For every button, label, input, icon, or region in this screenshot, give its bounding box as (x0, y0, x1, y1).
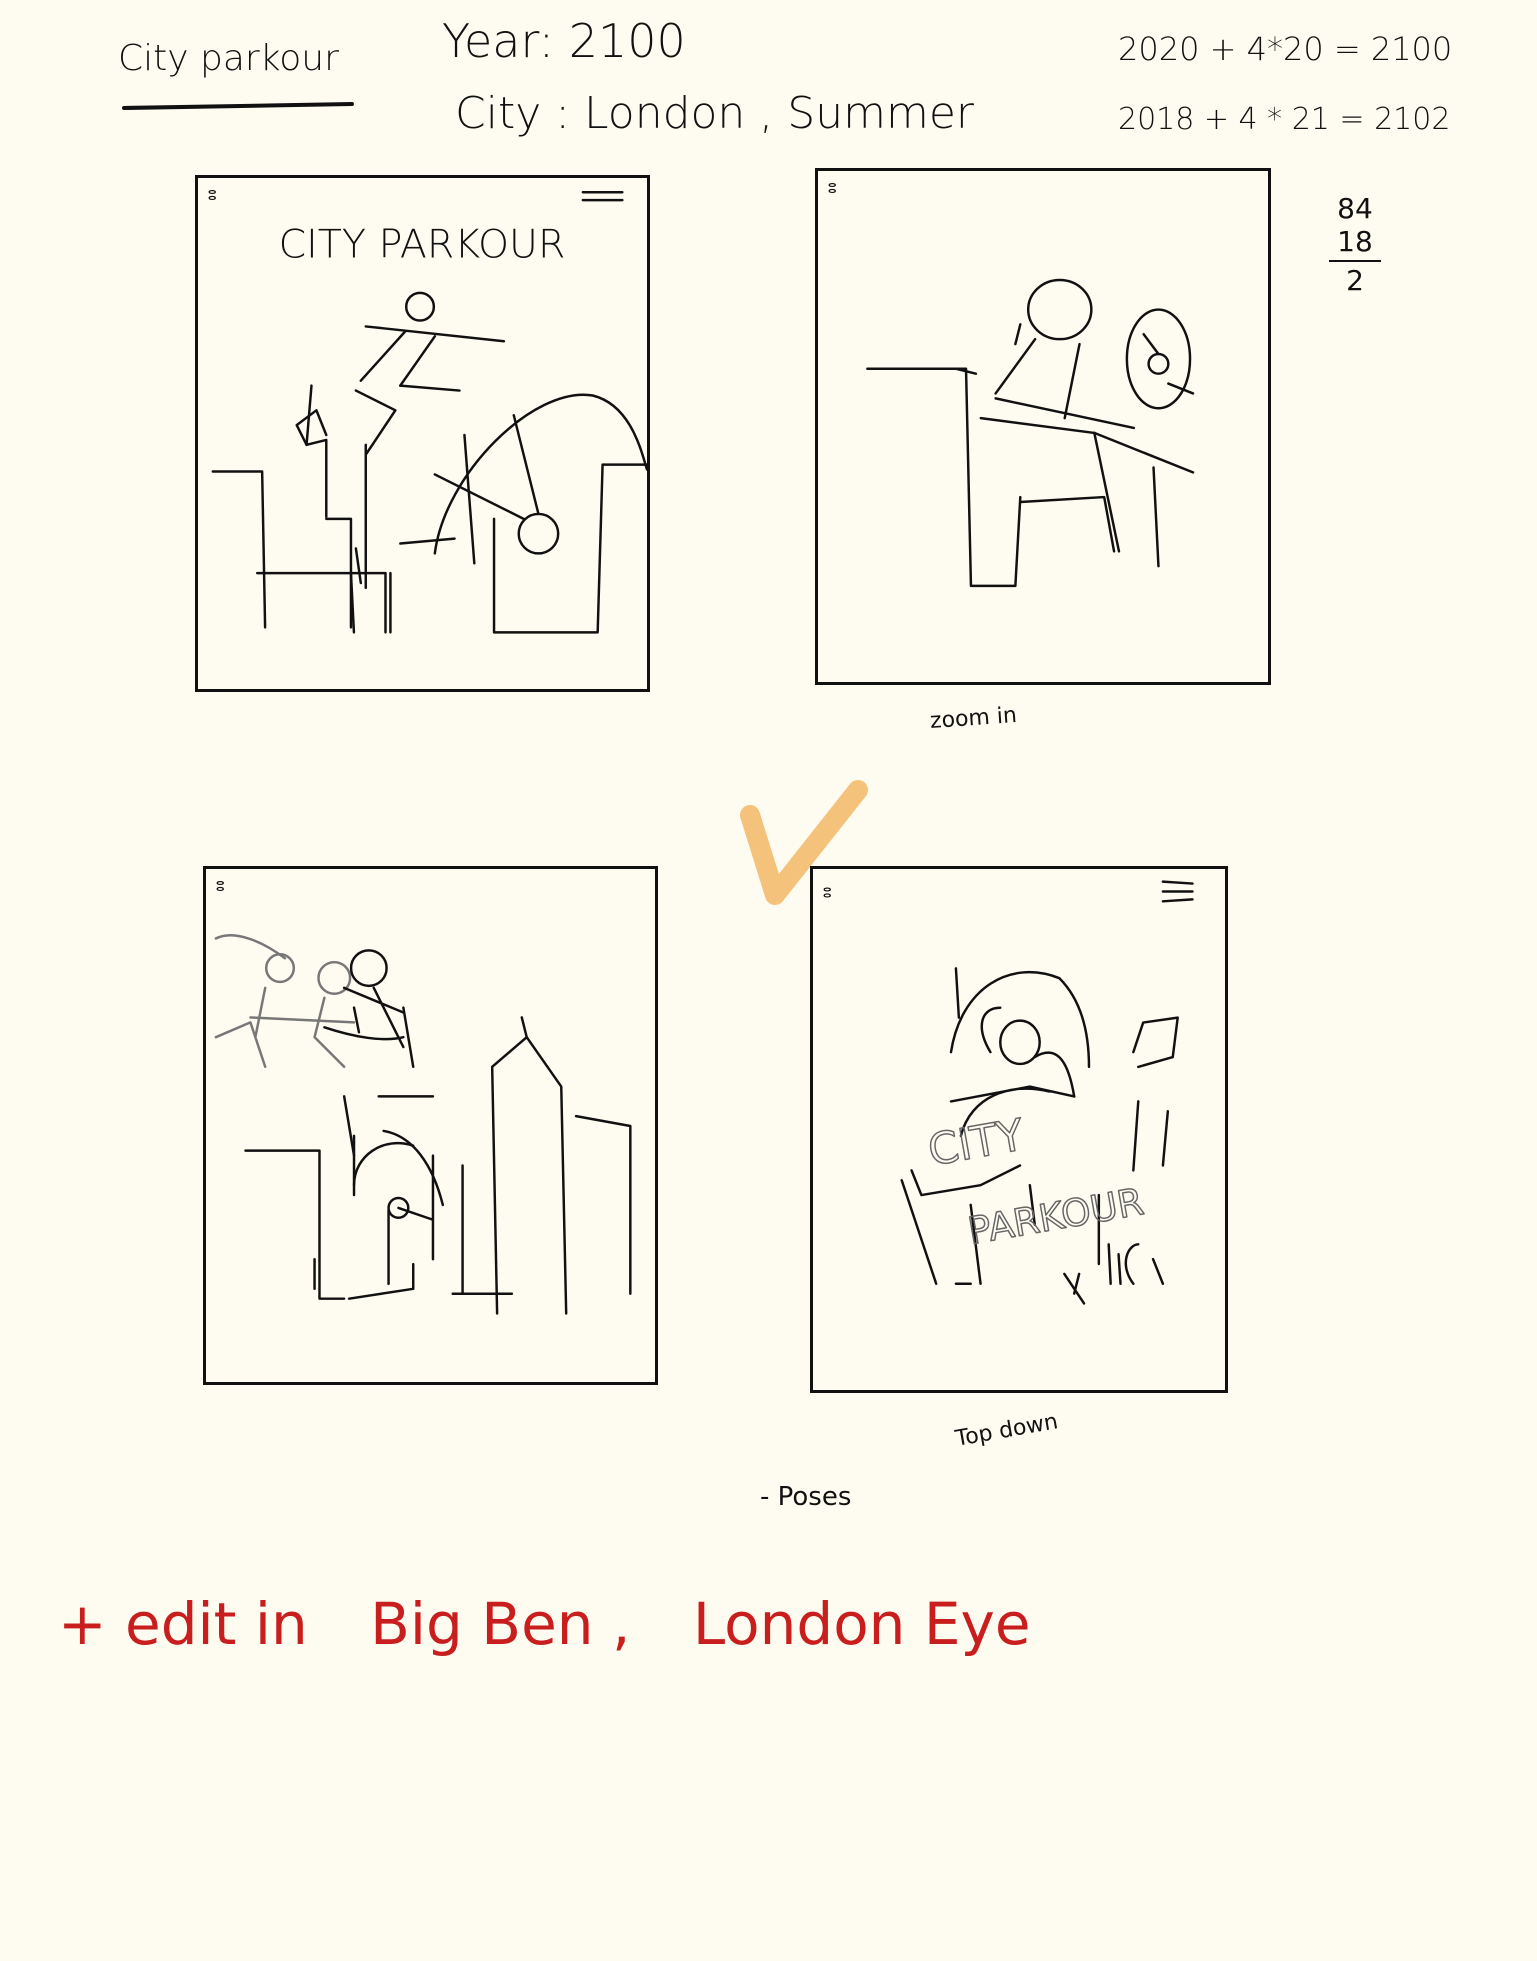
menu-icon (1161, 880, 1194, 903)
fraction-bar (1329, 260, 1381, 262)
edit-note: + edit in Big Ben , London Eye (58, 1590, 1075, 1658)
caption-poses: - Poses (760, 1482, 852, 1512)
fraction-top: 84 (1337, 192, 1373, 225)
storyboard-panel-1: ⵓ CITY PARKOUR (195, 175, 650, 692)
status-icon: ⵓ (823, 885, 832, 901)
page-title: City parkour (118, 38, 339, 79)
storyboard-panel-3: ⵓ (203, 866, 658, 1385)
title-underline (121, 101, 355, 111)
caption-top-down: Top down (953, 1409, 1060, 1452)
panel-title-line-1: CITY (925, 1110, 1029, 1176)
status-icon: ⵓ (828, 181, 837, 197)
caption-zoom-in: zoom in (929, 702, 1018, 735)
calculation-line-1: 2020 + 4*20 = 2100 (1118, 30, 1453, 68)
storyboard-panel-2: ⵓ (815, 168, 1271, 685)
year-label: Year: 2100 (442, 14, 686, 68)
note-edit-in: + edit in (58, 1590, 308, 1658)
fraction-bottom: 2 (1346, 264, 1364, 297)
menu-icon (581, 190, 624, 202)
city-label: City : London , Summer (455, 88, 974, 139)
storyboard-panel-4: ⵓ CITY PARKOUR (810, 866, 1228, 1393)
calculation-line-2: 2018 + 4 * 21 = 2102 (1118, 102, 1451, 137)
status-icon: ⵓ (208, 188, 217, 204)
panel-title-line-2: PARKOUR (965, 1179, 1147, 1253)
status-icon: ⵓ (216, 879, 225, 895)
panel-title: CITY PARKOUR (279, 221, 566, 267)
fraction-note: 84 18 2 (1325, 192, 1385, 297)
note-big-ben: Big Ben , (370, 1590, 631, 1658)
fraction-mid: 18 (1337, 225, 1373, 258)
note-london-eye: London Eye (692, 1590, 1031, 1658)
